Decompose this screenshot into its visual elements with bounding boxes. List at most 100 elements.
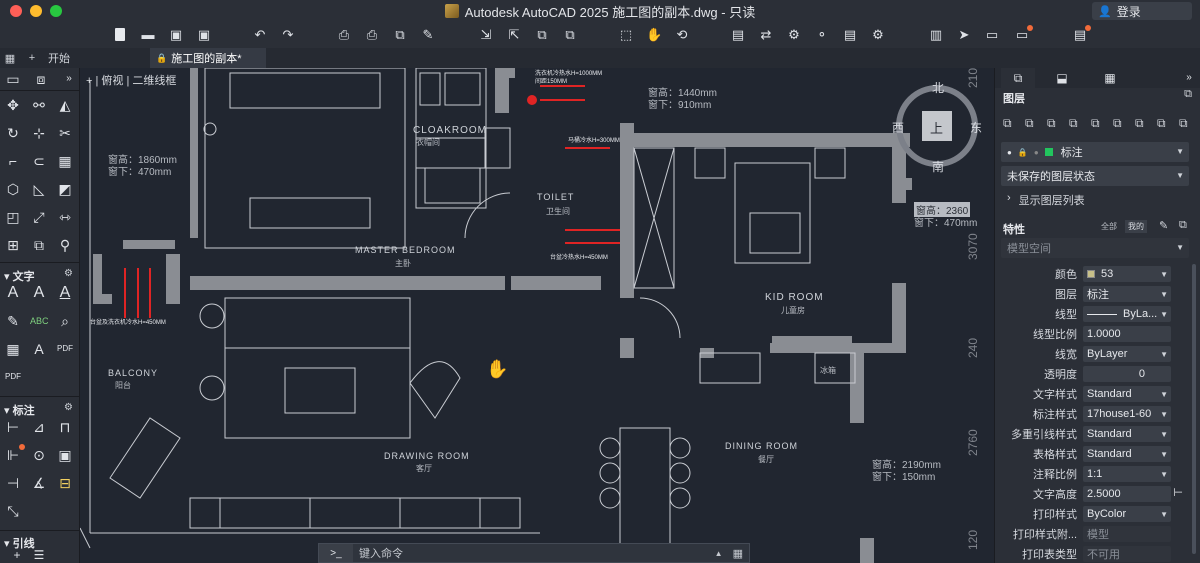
- property-value-field[interactable]: 2.5000 ⊢: [1083, 486, 1183, 502]
- property-value-field[interactable]: Standard ▼: [1083, 446, 1171, 462]
- pdf-icon[interactable]: ▤: [842, 27, 858, 43]
- show-layer-list-toggle[interactable]: › 显示图层列表: [1007, 192, 1085, 208]
- scale-icon[interactable]: ◰: [4, 208, 22, 226]
- command-menu-caret-icon[interactable]: ▲: [715, 549, 723, 558]
- plot-icon[interactable]: ⎙: [364, 27, 380, 43]
- table-icon[interactable]: ▦: [4, 340, 22, 358]
- field-icon[interactable]: A: [30, 340, 48, 358]
- tab-blocks-icon[interactable]: ⬓: [1045, 68, 1079, 88]
- dim-break-icon[interactable]: ▣: [56, 446, 74, 464]
- minimize-window-button[interactable]: [30, 5, 42, 17]
- properties-icon[interactable]: ▤: [730, 27, 746, 43]
- edit-text-icon[interactable]: ✎: [4, 312, 22, 330]
- text-icon[interactable]: A: [4, 284, 22, 302]
- extend-icon[interactable]: ⇿: [56, 208, 74, 226]
- pdf-import-icon[interactable]: PDF: [56, 340, 74, 358]
- gear-icon[interactable]: ⚙: [64, 402, 73, 413]
- zoom-window-icon[interactable]: ⬚: [618, 27, 634, 43]
- send-icon[interactable]: ➤: [956, 27, 972, 43]
- dim-style-icon[interactable]: ⊟: [56, 474, 74, 492]
- filter-mine-button[interactable]: 我的: [1125, 220, 1147, 233]
- export-icon[interactable]: ⇱: [506, 27, 522, 43]
- cut-icon[interactable]: ✂: [56, 124, 74, 142]
- array-icon[interactable]: ▦: [56, 152, 74, 170]
- add-tool-icon[interactable]: +: [8, 546, 26, 563]
- orbit-icon[interactable]: ⟲: [674, 27, 690, 43]
- monitor-icon[interactable]: ▭: [984, 27, 1000, 43]
- tab-table-icon[interactable]: ▦: [1093, 68, 1127, 88]
- layer-tool-icon[interactable]: ⧉: [1113, 116, 1122, 131]
- layer-walk-icon[interactable]: ⚙: [786, 27, 802, 43]
- viewport-controls[interactable]: + | 俯视 | 二维线框: [86, 72, 176, 88]
- compass-east[interactable]: 东: [970, 119, 982, 136]
- settings-icon[interactable]: ⚙: [870, 27, 886, 43]
- command-prompt-icon[interactable]: >_: [319, 544, 353, 562]
- ordinate-dim-icon[interactable]: ⊣: [4, 474, 22, 492]
- property-value-field[interactable]: 17house1-60 ▼: [1083, 406, 1171, 422]
- publish-icon[interactable]: ✎: [420, 27, 436, 43]
- property-value-field[interactable]: 0: [1083, 366, 1171, 382]
- redo-icon[interactable]: ↷: [280, 27, 296, 43]
- network-icon[interactable]: ⚬: [814, 27, 830, 43]
- layer-tool-icon[interactable]: ⧉: [1003, 116, 1012, 131]
- close-window-button[interactable]: [10, 5, 22, 17]
- edit-block-icon[interactable]: ⧉: [30, 236, 48, 254]
- list-menu-icon[interactable]: ☰: [30, 546, 48, 563]
- layer-tool-icon[interactable]: ⧉: [1069, 116, 1078, 131]
- compass-west[interactable]: 西: [892, 119, 904, 136]
- notification-icon[interactable]: ▭: [1014, 25, 1033, 43]
- section-text-header[interactable]: ▾ 文字: [4, 268, 35, 284]
- linear-dim-icon[interactable]: ⊢: [4, 418, 22, 436]
- command-line[interactable]: >_ 键入命令 ▲ ▦: [318, 543, 750, 563]
- cube-icon[interactable]: ⧈: [32, 70, 50, 88]
- property-value-field[interactable]: Standard ▼: [1083, 426, 1171, 442]
- fillet-icon[interactable]: ⌐: [4, 152, 22, 170]
- properties-scrollbar[interactable]: [1192, 264, 1196, 554]
- save-as-icon[interactable]: ▣: [196, 27, 212, 43]
- maximize-window-button[interactable]: [50, 5, 62, 17]
- layer-tool-icon[interactable]: ⧉: [1025, 116, 1034, 131]
- grid-menu-icon[interactable]: ▦: [0, 48, 20, 68]
- attach-icon[interactable]: ⧉: [534, 27, 550, 43]
- stretch-icon[interactable]: ⤢: [30, 208, 48, 226]
- rectangle-icon[interactable]: ▭: [4, 70, 22, 88]
- section-dimension-header[interactable]: ▾ 标注: [4, 402, 35, 418]
- spell-check-icon[interactable]: ABC: [30, 312, 49, 330]
- space-select[interactable]: 模型空间 ▼: [1001, 238, 1189, 258]
- property-value-field[interactable]: 1:1 ▼: [1083, 466, 1171, 482]
- command-history-icon[interactable]: ▦: [733, 547, 743, 560]
- select-objects-icon[interactable]: ⧉: [1179, 219, 1187, 232]
- property-value-field[interactable]: 1.0000: [1083, 326, 1171, 342]
- palette-icon[interactable]: ▥: [928, 27, 944, 43]
- compass-north[interactable]: 北: [932, 79, 944, 96]
- layer-unlock-icon[interactable]: ⧉: [1179, 116, 1188, 131]
- gear-icon[interactable]: ⚙: [64, 268, 73, 279]
- pdf-text-icon[interactable]: PDF: [4, 368, 22, 386]
- property-value-field[interactable]: ByLayer ▼: [1083, 346, 1171, 362]
- layer-lock-icon[interactable]: ⧉: [1135, 116, 1144, 131]
- match-properties-icon[interactable]: ⇄: [758, 27, 774, 43]
- command-input[interactable]: 键入命令: [359, 545, 715, 561]
- pick-height-icon[interactable]: ⊢: [1173, 486, 1183, 499]
- import-icon[interactable]: ⇲: [478, 27, 494, 43]
- multiline-text-icon[interactable]: A: [56, 284, 74, 302]
- angular-dim-icon[interactable]: ∡: [30, 474, 48, 492]
- drawing-canvas[interactable]: + | 俯视 | 二维线框 北 南 东 西 上 CLOAKROOM 衣帽间 TO…: [80, 68, 994, 563]
- layer-lock-icon[interactable]: ⧉: [1157, 116, 1166, 131]
- compass-south[interactable]: 南: [932, 158, 944, 175]
- batch-plot-icon[interactable]: ⧉: [392, 27, 408, 43]
- filter-all-button[interactable]: 全部: [1101, 221, 1117, 232]
- block-icon[interactable]: ◺: [30, 180, 48, 198]
- baseline-dim-icon[interactable]: ⊩: [4, 444, 25, 464]
- pan-icon[interactable]: ✋: [646, 27, 662, 43]
- aligned-dim-icon[interactable]: ⊿: [30, 418, 48, 436]
- dim-edit-icon[interactable]: ⤡: [4, 502, 22, 520]
- undo-icon[interactable]: ↶: [252, 27, 268, 43]
- new-file-icon[interactable]: [112, 27, 128, 43]
- box-icon[interactable]: ⬡: [4, 180, 22, 198]
- property-value-field[interactable]: ByColor ▼: [1083, 506, 1171, 522]
- continue-dim-icon[interactable]: ⊓: [56, 418, 74, 436]
- open-folder-icon[interactable]: ▬: [140, 27, 156, 43]
- insert-block-icon[interactable]: ⊞: [4, 236, 22, 254]
- brush-icon[interactable]: ⚲: [56, 236, 74, 254]
